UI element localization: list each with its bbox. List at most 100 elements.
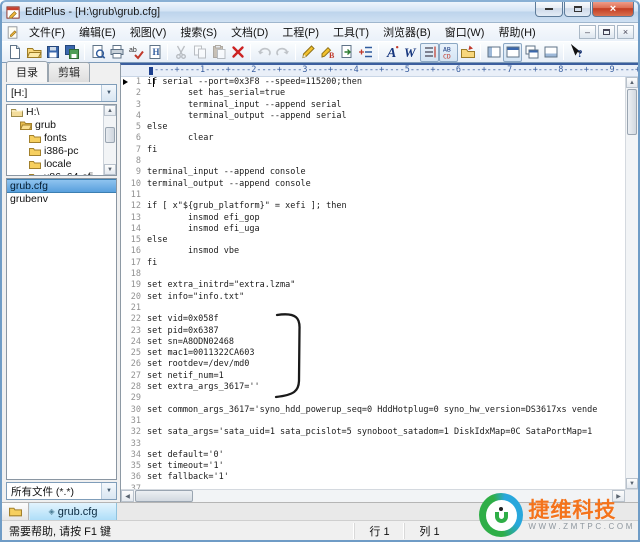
code-line[interactable]: 21 bbox=[121, 303, 625, 314]
menu-item-8[interactable]: 窗口(W) bbox=[438, 22, 492, 42]
close-button[interactable]: × bbox=[592, 1, 634, 17]
code-line[interactable]: 1if serial --port=0x3F8 --speed=115200;t… bbox=[121, 77, 625, 88]
tree-item-fonts[interactable]: fonts bbox=[7, 131, 103, 144]
scroll-up-icon[interactable]: ▲ bbox=[626, 77, 638, 88]
tab-cliptext[interactable]: 剪辑 bbox=[48, 62, 90, 82]
filter-dropdown-button[interactable]: ▼ bbox=[101, 483, 116, 499]
line-numbers-button[interactable] bbox=[420, 43, 439, 62]
font-button[interactable]: A bbox=[382, 43, 401, 62]
mdi-restore-button[interactable] bbox=[598, 25, 615, 39]
code-line[interactable]: 35set timeout='1' bbox=[121, 461, 625, 472]
code-line[interactable]: 29 bbox=[121, 393, 625, 404]
clip-library-button[interactable]: H bbox=[145, 43, 164, 62]
menu-item-5[interactable]: 工程(P) bbox=[275, 22, 326, 42]
mdi-minimize-button[interactable]: – bbox=[579, 25, 596, 39]
tree-scrollbar-thumb[interactable] bbox=[105, 127, 115, 143]
document-tab-grub-cfg[interactable]: ◈ grub.cfg bbox=[29, 503, 117, 520]
code-line[interactable]: 32set sata_args='sata_uid=1 sata_pcislot… bbox=[121, 427, 625, 438]
code-line[interactable]: 5else bbox=[121, 122, 625, 133]
code-line[interactable]: 37 bbox=[121, 484, 625, 489]
minimize-button[interactable] bbox=[535, 1, 563, 17]
highlight-button[interactable] bbox=[299, 43, 318, 62]
vertical-scrollbar-thumb[interactable] bbox=[627, 89, 637, 135]
win-normal-button[interactable] bbox=[503, 43, 522, 62]
new-file-button[interactable] bbox=[5, 43, 24, 62]
maximize-button[interactable] bbox=[564, 1, 591, 17]
code-line[interactable]: 28set extra_args_3617='' bbox=[121, 382, 625, 393]
code-line[interactable]: 31 bbox=[121, 416, 625, 427]
preferences-button[interactable] bbox=[458, 43, 477, 62]
vertical-scrollbar[interactable]: ▲ ▼ bbox=[625, 77, 638, 489]
menu-item-9[interactable]: 帮助(H) bbox=[491, 22, 542, 42]
marker-button[interactable]: B bbox=[318, 43, 337, 62]
code-line[interactable]: 22set vid=0x058f bbox=[121, 314, 625, 325]
code-line[interactable]: 4 terminal_output --append serial bbox=[121, 111, 625, 122]
code-line[interactable]: 19set extra_initrd="extra.lzma" bbox=[121, 280, 625, 291]
code-line[interactable]: 13 insmod efi_gop bbox=[121, 213, 625, 224]
menu-item-0[interactable]: 文件(F) bbox=[22, 22, 72, 42]
code-line[interactable]: 14 insmod efi_uga bbox=[121, 224, 625, 235]
sidebar-toggle-button[interactable] bbox=[2, 503, 29, 520]
menu-item-2[interactable]: 视图(V) bbox=[123, 22, 174, 42]
drive-dropdown-button[interactable]: ▼ bbox=[101, 85, 116, 101]
code-line[interactable]: 2 set has_serial=true bbox=[121, 88, 625, 99]
horizontal-scrollbar-thumb[interactable] bbox=[135, 490, 193, 502]
code-line[interactable]: 18 bbox=[121, 269, 625, 280]
drive-select[interactable]: [H:] ▼ bbox=[6, 84, 117, 102]
titlebar[interactable]: EditPlus - [H:\grub\grub.cfg] × bbox=[2, 2, 638, 22]
win-tile-button[interactable] bbox=[541, 43, 560, 62]
code-line[interactable]: 7fi bbox=[121, 145, 625, 156]
win-split-button[interactable] bbox=[484, 43, 503, 62]
code-line[interactable]: 17fi bbox=[121, 258, 625, 269]
mdi-close-button[interactable]: × bbox=[617, 25, 634, 39]
scroll-down-icon[interactable]: ▼ bbox=[104, 164, 116, 175]
menu-item-3[interactable]: 搜索(S) bbox=[173, 22, 224, 42]
code-line[interactable]: 23set pid=0x6387 bbox=[121, 326, 625, 337]
tree-item-locale[interactable]: locale bbox=[7, 157, 103, 170]
open-file-button[interactable] bbox=[24, 43, 43, 62]
code-line[interactable]: 25set mac1=0011322CA603 bbox=[121, 348, 625, 359]
copy-page-button[interactable] bbox=[337, 43, 356, 62]
file-item-grubenv[interactable]: grubenv bbox=[7, 193, 116, 207]
code-line[interactable]: 12if [ x"${grub_platform}" = xefi ]; the… bbox=[121, 201, 625, 212]
code-line[interactable]: 20set info="info.txt" bbox=[121, 292, 625, 303]
tree-item-i386pc[interactable]: i386-pc bbox=[7, 144, 103, 157]
indent-button[interactable] bbox=[356, 43, 375, 62]
code-line[interactable]: 9terminal_input --append console bbox=[121, 167, 625, 178]
spell-check-button[interactable]: ab bbox=[126, 43, 145, 62]
win-cascade-button[interactable] bbox=[522, 43, 541, 62]
print-preview-button[interactable] bbox=[88, 43, 107, 62]
code-line[interactable]: 11 bbox=[121, 190, 625, 201]
code-line[interactable]: 10terminal_output --append console bbox=[121, 179, 625, 190]
context-help-button[interactable]: ? bbox=[567, 43, 586, 62]
word-wrap-button[interactable]: W bbox=[401, 43, 420, 62]
save-button[interactable] bbox=[43, 43, 62, 62]
code-line[interactable]: 27set netif_num=1 bbox=[121, 371, 625, 382]
file-item-grub-cfg[interactable]: grub.cfg bbox=[7, 179, 116, 193]
code-line[interactable]: 8 bbox=[121, 156, 625, 167]
scroll-up-icon[interactable]: ▲ bbox=[104, 105, 116, 116]
scroll-down-icon[interactable]: ▼ bbox=[626, 478, 638, 489]
tree-item-x8664efi[interactable]: x86_64-efi bbox=[7, 170, 103, 175]
file-filter-select[interactable]: 所有文件 (*.*) ▼ bbox=[6, 482, 117, 500]
delete-button[interactable] bbox=[228, 43, 247, 62]
menu-item-1[interactable]: 编辑(E) bbox=[72, 22, 123, 42]
menu-item-6[interactable]: 工具(T) bbox=[326, 22, 376, 42]
code-line[interactable]: 36set fallback='1' bbox=[121, 472, 625, 483]
tree-item-grub[interactable]: grub bbox=[7, 118, 103, 131]
code-line[interactable]: 33 bbox=[121, 439, 625, 450]
code-area[interactable]: 1if serial --port=0x3F8 --speed=115200;t… bbox=[121, 77, 625, 489]
tab-directory[interactable]: 目录 bbox=[6, 61, 48, 82]
print-button[interactable] bbox=[107, 43, 126, 62]
menu-item-7[interactable]: 浏览器(B) bbox=[376, 22, 438, 42]
code-line[interactable]: 6 clear bbox=[121, 133, 625, 144]
document-icon[interactable] bbox=[6, 25, 20, 40]
code-line[interactable]: 26set rootdev=/dev/md0 bbox=[121, 359, 625, 370]
scroll-left-icon[interactable]: ◀ bbox=[121, 490, 134, 502]
tree-scrollbar[interactable]: ▲ ▼ bbox=[103, 105, 116, 175]
code-line[interactable]: 16 insmod vbe bbox=[121, 246, 625, 257]
menu-item-4[interactable]: 文档(D) bbox=[224, 22, 275, 42]
code-line[interactable]: 15else bbox=[121, 235, 625, 246]
code-line[interactable]: 24set sn=A8ODN02468 bbox=[121, 337, 625, 348]
tree-item-h[interactable]: H:\ bbox=[7, 105, 103, 118]
